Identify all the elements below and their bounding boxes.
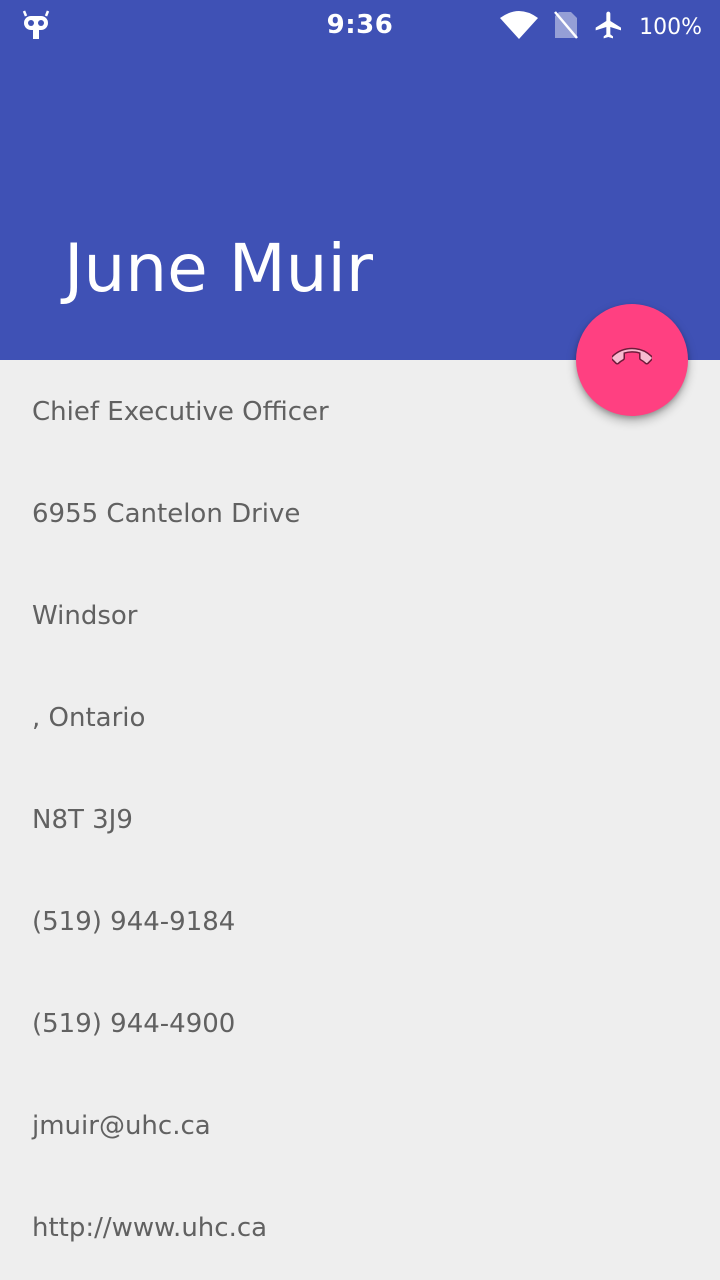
- page-title: June Muir: [64, 230, 373, 307]
- website-link[interactable]: http://www.uhc.ca: [0, 1176, 720, 1278]
- city: Windsor: [32, 601, 138, 631]
- wifi-icon: [499, 10, 539, 44]
- province: , Ontario: [32, 703, 146, 733]
- battery-level: 100%: [639, 14, 702, 40]
- postal-code: N8T 3J9: [32, 805, 133, 835]
- airplane-mode-icon: [593, 9, 625, 45]
- phone-number[interactable]: (519) 944-9184: [0, 870, 720, 972]
- no-sim-icon: [553, 10, 579, 44]
- status-bar: 9:36 100%: [0, 0, 720, 52]
- street-address: 6955 Cantelon Drive: [32, 499, 301, 529]
- job-title: Chief Executive Officer: [32, 397, 329, 427]
- contact-details: Chief Executive Officer 6955 Cantelon Dr…: [0, 360, 720, 1278]
- email-address[interactable]: jmuir@uhc.ca: [0, 1074, 720, 1176]
- fax-number[interactable]: (519) 944-4900: [0, 972, 720, 1074]
